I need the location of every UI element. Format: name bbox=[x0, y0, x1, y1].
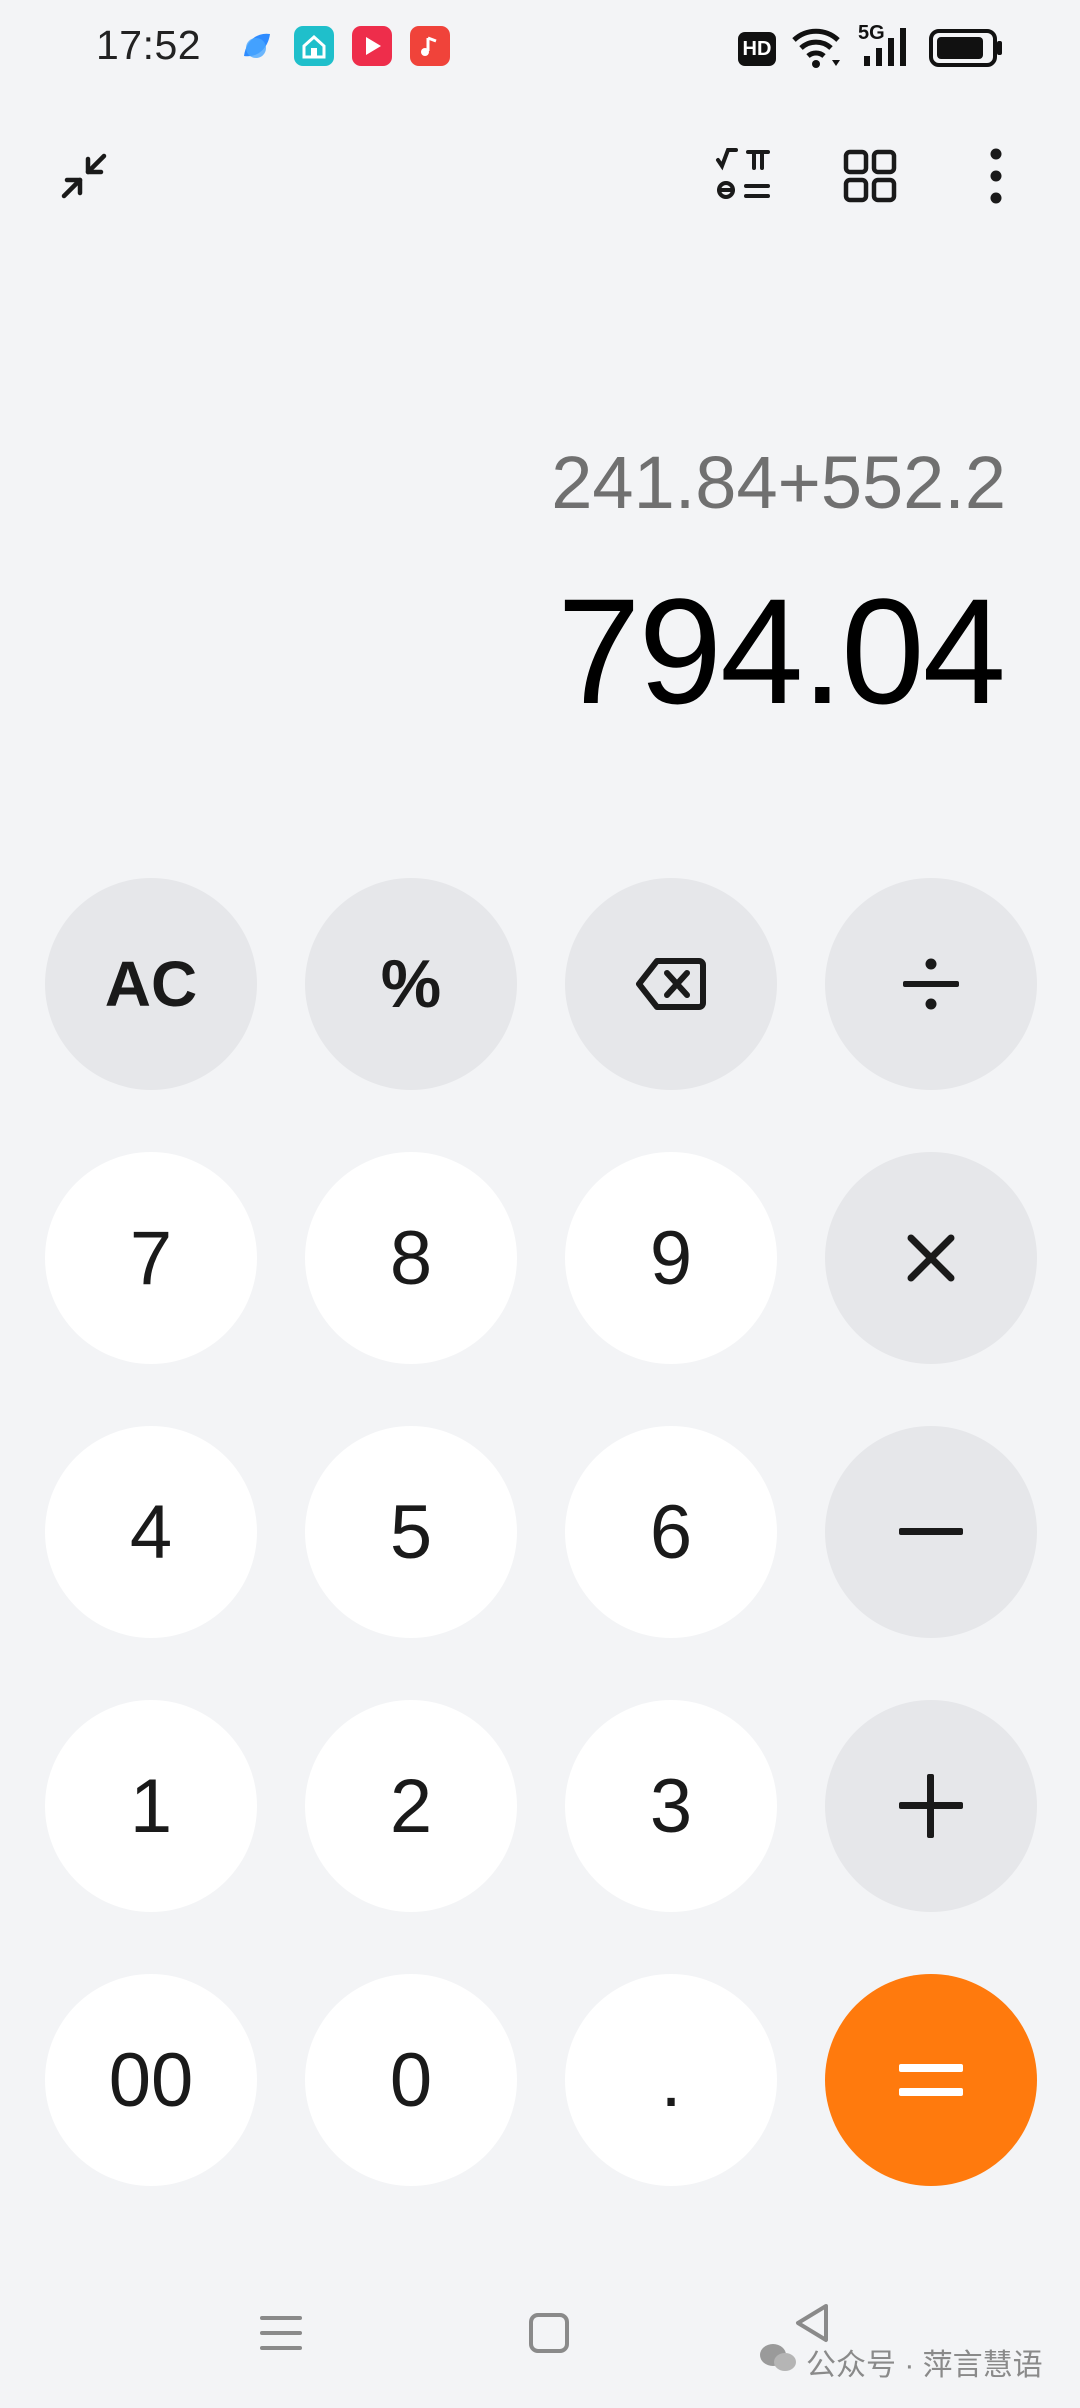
more-options-button[interactable] bbox=[958, 140, 1034, 216]
home-nav-button[interactable] bbox=[514, 2300, 584, 2370]
scientific-mode-button[interactable] bbox=[706, 140, 782, 216]
equals-icon bbox=[899, 2058, 963, 2102]
battery-icon bbox=[928, 24, 1004, 74]
divide-button[interactable] bbox=[825, 878, 1037, 1090]
status-time: 17:52 bbox=[96, 22, 202, 68]
watermark: 公众号 · 萍言慧语 bbox=[758, 2340, 1043, 2384]
home-icon bbox=[524, 2308, 574, 2363]
browser-icon bbox=[236, 26, 276, 66]
hd-badge: HD bbox=[738, 32, 776, 66]
menu-nav-button[interactable] bbox=[246, 2300, 316, 2370]
minus-icon bbox=[899, 1522, 963, 1542]
watermark-text: 公众号 · 萍言慧语 bbox=[806, 2349, 1043, 2382]
backspace-button[interactable] bbox=[565, 878, 777, 1090]
key-4[interactable]: 4 bbox=[45, 1426, 257, 1638]
scientific-mode-icon bbox=[712, 144, 776, 213]
plus-icon bbox=[899, 1774, 963, 1838]
converter-grid-button[interactable] bbox=[832, 140, 908, 216]
key-00[interactable]: 00 bbox=[45, 1974, 257, 2186]
key-6[interactable]: 6 bbox=[565, 1426, 777, 1638]
key-0[interactable]: 0 bbox=[305, 1974, 517, 2186]
all-clear-button[interactable]: AC bbox=[45, 878, 257, 1090]
more-options-icon bbox=[986, 146, 1006, 211]
backspace-icon bbox=[635, 956, 707, 1012]
status-bar: 17:52 HD 5G bbox=[0, 0, 1080, 96]
key-2[interactable]: 2 bbox=[305, 1700, 517, 1912]
add-button[interactable] bbox=[825, 1700, 1037, 1912]
key-8[interactable]: 8 bbox=[305, 1152, 517, 1364]
converter-grid-icon bbox=[842, 148, 898, 209]
multiply-button[interactable] bbox=[825, 1152, 1037, 1364]
wechat-icon bbox=[758, 2342, 798, 2382]
smart-home-icon bbox=[294, 26, 334, 66]
signal-icon bbox=[860, 24, 912, 74]
divide-icon bbox=[899, 952, 963, 1016]
key-5[interactable]: 5 bbox=[305, 1426, 517, 1638]
equals-button[interactable] bbox=[825, 1974, 1037, 2186]
collapse-button[interactable] bbox=[46, 140, 122, 216]
percent-button[interactable]: % bbox=[305, 878, 517, 1090]
key-9[interactable]: 9 bbox=[565, 1152, 777, 1364]
key-7[interactable]: 7 bbox=[45, 1152, 257, 1364]
video-player-icon bbox=[352, 26, 392, 66]
music-icon bbox=[410, 26, 450, 66]
multiply-icon bbox=[903, 1230, 959, 1286]
expression-display: 241.84+552.2 bbox=[551, 441, 1006, 524]
subtract-button[interactable] bbox=[825, 1426, 1037, 1638]
menu-icon bbox=[256, 2308, 306, 2363]
wifi-icon bbox=[790, 24, 842, 74]
decimal-button[interactable]: . bbox=[565, 1974, 777, 2186]
key-3[interactable]: 3 bbox=[565, 1700, 777, 1912]
result-display: 794.04 bbox=[557, 567, 1006, 735]
collapse-icon bbox=[54, 146, 114, 211]
key-1[interactable]: 1 bbox=[45, 1700, 257, 1912]
